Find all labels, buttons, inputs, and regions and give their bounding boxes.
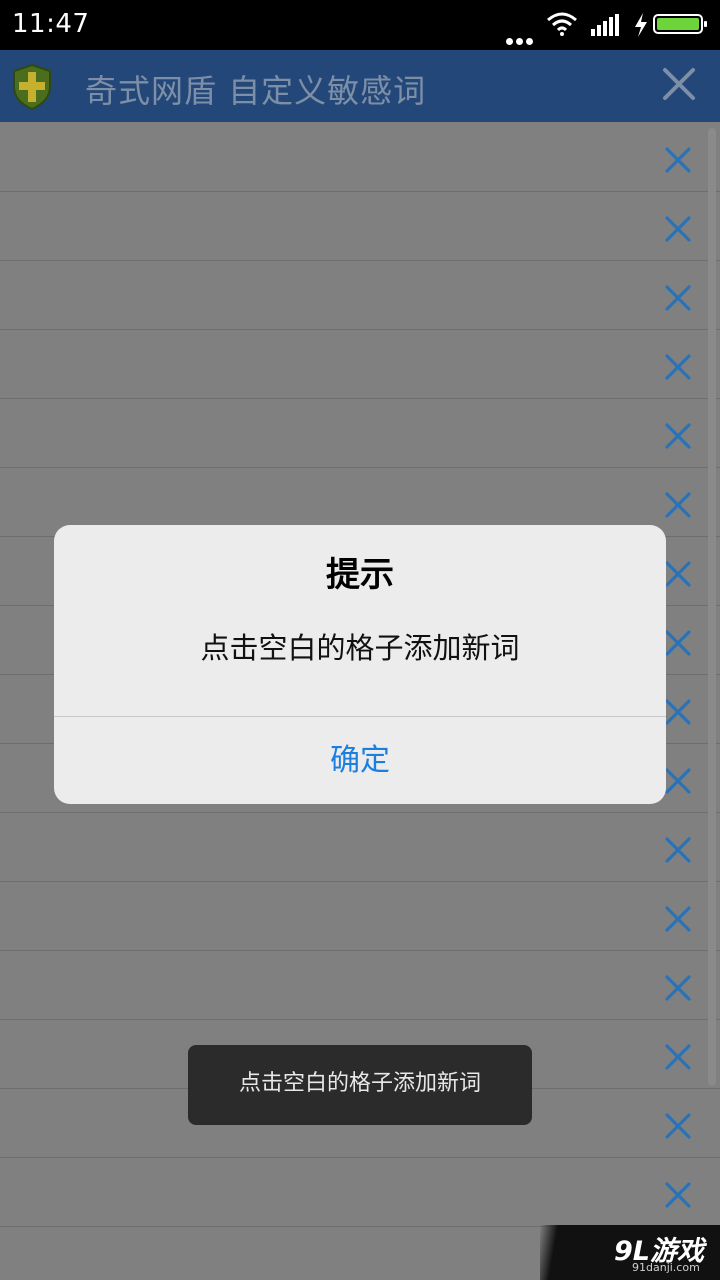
delete-icon[interactable] — [664, 767, 692, 795]
close-icon[interactable] — [661, 66, 697, 102]
delete-icon[interactable] — [664, 284, 692, 312]
app-bar: 奇式网盾 自定义敏感词 — [0, 50, 720, 122]
word-row[interactable] — [0, 1158, 720, 1227]
delete-icon[interactable] — [664, 1043, 692, 1071]
watermark-site: 91danji.com — [632, 1261, 700, 1274]
delete-icon[interactable] — [664, 422, 692, 450]
shield-logo-icon — [13, 63, 51, 111]
word-row[interactable] — [0, 882, 720, 951]
delete-icon[interactable] — [664, 698, 692, 726]
delete-icon[interactable] — [664, 1181, 692, 1209]
delete-icon[interactable] — [664, 1112, 692, 1140]
delete-icon[interactable] — [664, 215, 692, 243]
signal-icon — [591, 14, 619, 36]
delete-icon[interactable] — [664, 905, 692, 933]
word-row[interactable] — [0, 123, 720, 192]
charging-icon — [635, 13, 647, 37]
status-bar: 11:47 — [0, 0, 720, 50]
scrollbar[interactable] — [708, 128, 716, 1086]
delete-icon[interactable] — [664, 560, 692, 588]
dialog-message: 点击空白的格子添加新词 — [200, 631, 520, 665]
word-row[interactable] — [0, 192, 720, 261]
delete-icon[interactable] — [664, 146, 692, 174]
wifi-icon — [547, 12, 577, 36]
app-title: 奇式网盾 自定义敏感词 — [85, 72, 427, 110]
word-row[interactable] — [0, 951, 720, 1020]
status-time: 11:47 — [12, 9, 90, 39]
delete-icon[interactable] — [664, 491, 692, 519]
notification-dots-icon — [506, 30, 536, 49]
delete-icon[interactable] — [664, 836, 692, 864]
word-row[interactable] — [0, 399, 720, 468]
delete-icon[interactable] — [664, 974, 692, 1002]
alert-dialog: 提示 点击空白的格子添加新词 确定 — [54, 525, 666, 804]
battery-icon — [653, 14, 707, 34]
word-row[interactable] — [0, 330, 720, 399]
confirm-button[interactable]: 确定 — [54, 717, 666, 804]
watermark-logo: 9L游戏 91danji.com — [540, 1225, 720, 1280]
delete-icon[interactable] — [664, 353, 692, 381]
delete-icon[interactable] — [664, 629, 692, 657]
dialog-title: 提示 — [326, 555, 394, 595]
word-row[interactable] — [0, 813, 720, 882]
toast-message: 点击空白的格子添加新词 — [188, 1045, 532, 1125]
word-row[interactable] — [0, 261, 720, 330]
